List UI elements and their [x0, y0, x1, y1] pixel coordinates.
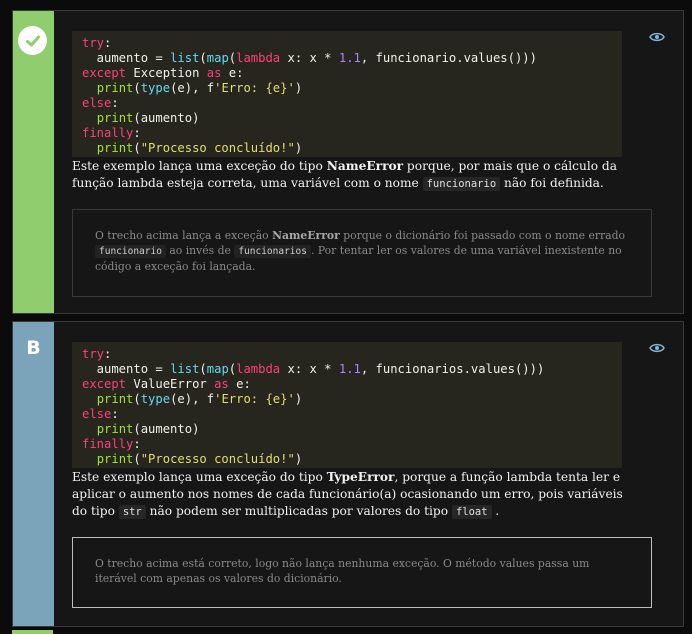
code-line: except ValueError as e: — [82, 377, 251, 391]
check-icon — [18, 26, 47, 55]
answer-option-correct[interactable]: try: aumento = list(map(lambda x: x * 1.… — [12, 10, 684, 314]
code-line: finally: — [82, 437, 141, 451]
option-description: Este exemplo lança uma exceção do tipo N… — [72, 159, 617, 191]
option-letter: B — [26, 337, 41, 359]
inline-code: float — [451, 505, 492, 519]
eye-icon[interactable] — [649, 339, 665, 353]
code-line: print(aumento) — [96, 422, 200, 436]
code-block: try: aumento = list(map(lambda x: x * 1.… — [72, 342, 622, 468]
inline-code: funcionario — [422, 177, 501, 191]
inline-code: funcionarios — [234, 245, 311, 258]
code-line: else: — [82, 96, 119, 110]
next-option-strip — [12, 630, 53, 634]
code-line: try: — [82, 347, 112, 361]
option-status-strip: B — [13, 322, 54, 626]
code-line: aumento = list(map(lambda x: x * 1.1, fu… — [82, 362, 545, 376]
code-line: print(aumento) — [96, 111, 200, 125]
code-line: print(type(e), f'Erro: {e}') — [96, 392, 303, 406]
eye-icon[interactable] — [649, 28, 665, 42]
code-line: except Exception as e: — [82, 66, 244, 80]
option-status-strip — [13, 11, 54, 313]
code-block: try: aumento = list(map(lambda x: x * 1.… — [72, 31, 622, 157]
code-line: print(type(e), f'Erro: {e}') — [96, 81, 303, 95]
explanation-box: O trecho acima está correto, logo não la… — [72, 537, 652, 608]
option-description: Este exemplo lança uma exceção do tipo T… — [72, 470, 623, 519]
code-line: aumento = list(map(lambda x: x * 1.1, fu… — [82, 51, 537, 65]
explanation-box: O trecho acima lança a exceção NameError… — [72, 209, 652, 297]
code-line: try: — [82, 36, 112, 50]
inline-code: str — [118, 505, 146, 519]
code-line: print("Processo concluído!") — [96, 452, 303, 466]
inline-code: funcionario — [95, 245, 166, 258]
code-line: print("Processo concluído!") — [96, 141, 303, 155]
code-line: finally: — [82, 126, 141, 140]
code-line: else: — [82, 407, 119, 421]
answer-option-b[interactable]: B try: aumento = list(map(lambda x: x * … — [12, 321, 684, 627]
